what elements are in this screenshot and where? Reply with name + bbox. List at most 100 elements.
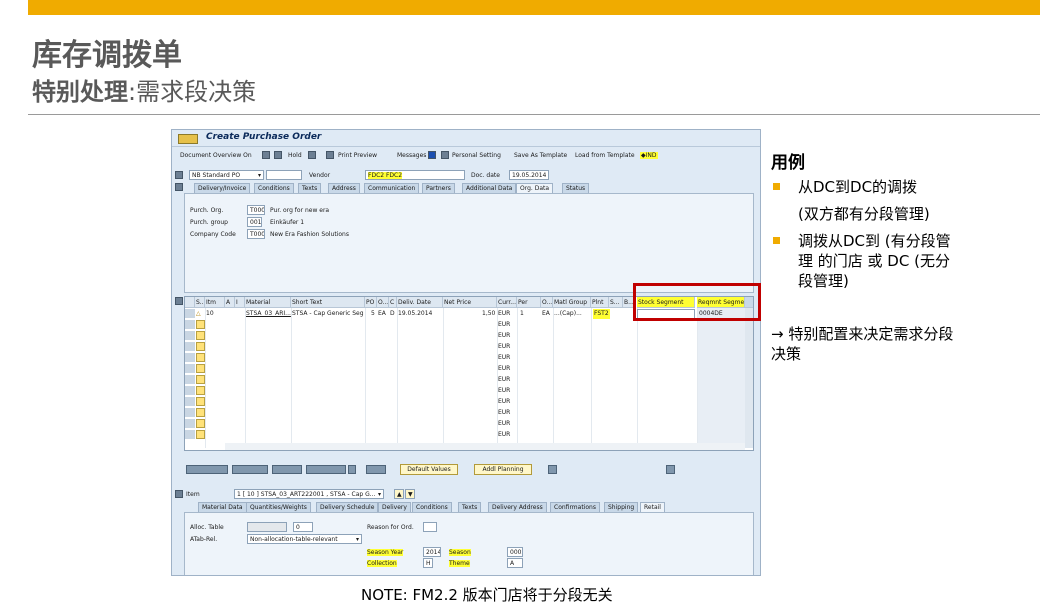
grid-header[interactable]: O... — [541, 297, 553, 308]
collection-field[interactable]: H — [423, 558, 433, 568]
row1-per[interactable]: 1 — [519, 309, 525, 319]
item-select[interactable]: 1 [ 10 ] STSA_03_ART222001 , STSA - Cap … — [234, 489, 384, 499]
grid-header[interactable]: O... — [377, 297, 389, 308]
company-code-field[interactable]: T000 — [247, 229, 265, 239]
grid-header[interactable]: Per — [517, 297, 541, 308]
grid-select-all[interactable] — [185, 297, 195, 308]
row-selector[interactable] — [185, 397, 195, 407]
row-selector[interactable] — [185, 342, 195, 352]
tab-conditions[interactable]: Conditions — [254, 183, 294, 193]
grid-toolbar-icons[interactable] — [348, 465, 356, 474]
default-values-button[interactable]: Default Values — [400, 464, 458, 475]
grid-toolbar-icons[interactable] — [186, 465, 228, 474]
grid-header[interactable]: A — [225, 297, 235, 308]
grid-toolbar-icons[interactable] — [306, 465, 346, 474]
row1-net-price[interactable]: 1,50 — [481, 309, 496, 319]
row1-plnt[interactable]: FST2 — [593, 309, 610, 319]
empty-row-curr[interactable]: EUR — [497, 408, 511, 418]
info-icon[interactable] — [428, 151, 436, 159]
tab-retail[interactable]: Retail — [640, 502, 665, 512]
vendor-field[interactable]: FDC2 FDC2 — [365, 170, 465, 180]
empty-row-curr[interactable]: EUR — [497, 430, 511, 440]
empty-row-curr[interactable]: EUR — [497, 320, 511, 330]
row1-material[interactable]: STSA_03_ARI... — [245, 309, 291, 319]
grid-header[interactable]: Net Price — [443, 297, 497, 308]
row1-itm[interactable]: 10 — [205, 309, 215, 319]
theme-field[interactable]: A — [507, 558, 523, 568]
personal-setting-icon[interactable] — [441, 151, 449, 159]
ind-button[interactable]: ◆IND — [640, 152, 658, 159]
row1-curr[interactable]: EUR — [497, 309, 511, 319]
save-template-button[interactable]: Save As Template — [514, 152, 567, 159]
prev-item-button[interactable]: ▲ — [394, 489, 404, 499]
tab-status[interactable]: Status — [562, 183, 590, 193]
alloc-table-item-field[interactable]: 0 — [293, 522, 313, 532]
empty-row-curr[interactable]: EUR — [497, 353, 511, 363]
empty-row-curr[interactable]: EUR — [497, 375, 511, 385]
messages-button[interactable]: Messages — [397, 152, 426, 159]
grid-toolbar-icons[interactable] — [232, 465, 268, 474]
alloc-table-field[interactable] — [247, 522, 287, 532]
row1-c[interactable]: D — [389, 309, 396, 319]
row1-o[interactable]: EA — [541, 309, 551, 319]
row-selector[interactable] — [185, 331, 195, 341]
grid-header[interactable]: I — [235, 297, 245, 308]
check-icon[interactable] — [308, 151, 316, 159]
grid-header[interactable]: S.. — [195, 297, 205, 308]
tab-address[interactable]: Address — [328, 183, 360, 193]
purch-group-field[interactable]: 001 — [247, 217, 262, 227]
tab-org-data[interactable]: Org. Data — [516, 183, 554, 193]
row-selector[interactable] — [185, 386, 195, 396]
doc-date-field[interactable]: 19.05.2014 — [509, 170, 549, 180]
season-field[interactable]: 0002 — [507, 547, 523, 557]
tab-partners[interactable]: Partners — [422, 183, 455, 193]
empty-row-curr[interactable]: EUR — [497, 419, 511, 429]
row-selector[interactable] — [185, 408, 195, 418]
row-selector[interactable] — [185, 419, 195, 429]
tab-shipping[interactable]: Shipping — [604, 502, 639, 512]
tab-conditions-item[interactable]: Conditions — [412, 502, 452, 512]
empty-row-curr[interactable]: EUR — [497, 342, 511, 352]
horizontal-scrollbar[interactable] — [225, 443, 745, 450]
tab-quantities-weights[interactable]: Quantities/Weights — [246, 502, 311, 512]
tab-delivery[interactable]: Delivery — [378, 502, 411, 512]
tab-material-data[interactable]: Material Data — [198, 502, 247, 512]
print-preview-button[interactable]: Print Preview — [338, 152, 377, 159]
grid-toolbar-icons[interactable] — [548, 465, 557, 474]
tab-texts[interactable]: Texts — [298, 183, 322, 193]
grid-toolbar-icons[interactable] — [666, 465, 675, 474]
tab-confirmations[interactable]: Confirmations — [550, 502, 600, 512]
atab-select[interactable]: Non-allocation-table-relevant ▾ — [247, 534, 362, 544]
personal-setting-button[interactable]: Personal Setting — [452, 152, 501, 159]
grid-header[interactable]: S... — [609, 297, 623, 308]
tab-additional-data[interactable]: Additional Data — [462, 183, 517, 193]
grid-header[interactable]: Plnt — [591, 297, 609, 308]
collapse-items-icon[interactable] — [175, 297, 183, 305]
empty-row-curr[interactable]: EUR — [497, 397, 511, 407]
collapse-header-icon[interactable] — [175, 183, 183, 191]
new-doc-icon[interactable] — [262, 151, 270, 159]
purch-org-field[interactable]: T000 — [247, 205, 265, 215]
row-selector[interactable] — [185, 320, 195, 330]
grid-header[interactable]: Itm — [205, 297, 225, 308]
po-number-field[interactable] — [266, 170, 302, 180]
season-year-field[interactable]: 2014 — [423, 547, 441, 557]
row-selector[interactable] — [185, 309, 195, 319]
tab-texts-item[interactable]: Texts — [458, 502, 482, 512]
row-selector[interactable] — [185, 430, 195, 440]
hold-button[interactable]: Hold — [288, 152, 302, 159]
grid-toolbar-icons[interactable] — [366, 465, 386, 474]
other-doc-icon[interactable] — [274, 151, 282, 159]
grid-header[interactable]: C — [389, 297, 397, 308]
row-selector[interactable] — [185, 364, 195, 374]
addl-planning-button[interactable]: Addl Planning — [474, 464, 532, 475]
row1-short-text[interactable]: STSA - Cap Generic Seg ... — [291, 309, 365, 319]
grid-header[interactable]: PO ... — [365, 297, 377, 308]
grid-header[interactable]: Curr... — [497, 297, 517, 308]
empty-row-curr[interactable]: EUR — [497, 386, 511, 396]
tab-communication[interactable]: Communication — [364, 183, 420, 193]
grid-header[interactable]: Material — [245, 297, 291, 308]
print-icon[interactable] — [326, 151, 334, 159]
empty-row-curr[interactable]: EUR — [497, 364, 511, 374]
grid-header[interactable]: Matl Group — [553, 297, 591, 308]
